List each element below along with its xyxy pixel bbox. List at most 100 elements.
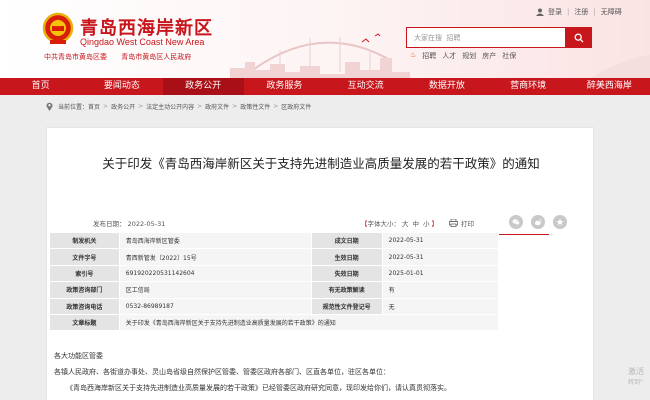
search-input[interactable] <box>407 28 563 47</box>
bracket-close: 】 <box>431 220 439 228</box>
meta-label: 政策咨询电话 <box>49 297 120 315</box>
meta-label: 规范性文件登记号 <box>310 297 383 315</box>
hot-word[interactable]: 人才 <box>442 51 456 61</box>
font-medium-button[interactable]: 中 <box>413 220 420 228</box>
breadcrumb-label: 当前位置： <box>58 104 89 111</box>
printer-icon <box>449 219 458 227</box>
link-separator: | <box>593 8 596 16</box>
table-row: 制发机关 青岛西海岸新区管委 成文日期 2022-05-31 <box>49 231 500 250</box>
register-link[interactable]: 注册 <box>574 7 588 17</box>
meta-value: 有 <box>381 281 500 299</box>
meta-value: 2022-05-31 <box>381 231 500 250</box>
meta-label: 制发机关 <box>49 231 120 250</box>
flame-icon: ♨ <box>410 51 417 59</box>
meta-label: 失效日期 <box>310 264 383 283</box>
meta-label: 有无政策解读 <box>310 281 383 299</box>
font-size-label: 字体大小： <box>367 220 401 228</box>
meta-value: 区工信局 <box>118 281 312 299</box>
share-wechat-button[interactable] <box>509 215 523 229</box>
meta-value: 青岛西海岸新区管委 <box>118 231 312 250</box>
breadcrumb-item[interactable]: 法定主动公开内容 <box>146 102 194 111</box>
table-row: 文件字号 青西新管发〔2022〕15号 生效日期 2022-05-31 <box>49 248 500 266</box>
font-small-button[interactable]: 小 <box>423 220 430 228</box>
login-link[interactable]: 登录 <box>548 7 562 17</box>
meta-label: 生效日期 <box>310 248 383 266</box>
print-button[interactable]: 打印 <box>449 218 474 228</box>
hot-word[interactable]: 社保 <box>502 51 516 61</box>
meta-value: 69192022053114260​4 <box>118 264 312 283</box>
nav-government-services[interactable]: 政务服务 <box>244 78 325 95</box>
meta-label: 文件字号 <box>49 248 120 266</box>
accessibility-link[interactable]: 无障碍 <box>601 7 622 17</box>
table-row: 政策咨询电话 0532-86989187 规范性文件登记号 无 <box>49 297 500 315</box>
body-paragraph: 各镇人民政府、各街道办事处、灵山岛省级自然保护区管委、管委区政府各部门、区直各单… <box>54 368 390 376</box>
main-navigation: 首页 要闻动态 政务公开 政务服务 互动交流 数据开放 营商环境 醉美西海岸 <box>0 78 650 95</box>
link-separator: | <box>567 8 570 16</box>
star-icon <box>556 218 564 226</box>
watermark-line: 转到" <box>628 379 643 386</box>
breadcrumb: 当前位置： 首页 > 政务公开 > 法定主动公开内容 > 政府文件 > 政策性文… <box>46 102 311 111</box>
location-pin-icon <box>46 102 53 111</box>
weibo-icon <box>534 218 542 226</box>
publish-date: 发布日期： 2022-05-31 <box>93 220 166 228</box>
font-size-control: 【字体大小：大中小】 <box>361 218 438 228</box>
article-title: 关于印发《青岛西海岸新区关于支持先进制造业高质量发展的若干政策》的通知 <box>102 156 540 171</box>
breadcrumb-item[interactable]: 政策性文件 <box>240 102 270 111</box>
watermark-line: 激活 <box>628 367 644 376</box>
search-button[interactable] <box>565 28 592 47</box>
search-icon <box>574 33 583 42</box>
hot-search-words: ♨ 招聘 人才 规划 房产 社保 <box>410 51 516 61</box>
breadcrumb-separator: > <box>103 103 109 110</box>
font-large-button[interactable]: 大 <box>402 220 409 228</box>
breadcrumb-item[interactable]: 政府文件 <box>205 102 229 111</box>
meta-label: 成文日期 <box>310 231 383 250</box>
hot-word[interactable]: 房产 <box>482 51 496 61</box>
site-name-english: Qingdao West Coast New Area <box>80 37 205 47</box>
breadcrumb-separator: > <box>273 103 279 110</box>
breadcrumb-item[interactable]: 政务公开 <box>111 102 135 111</box>
salutation: 各大功能区管委 <box>54 352 103 360</box>
meta-value: 0532-86989187 <box>118 297 312 315</box>
article-toolbar: 发布日期： 2022-05-31 【字体大小：大中小】 打印 <box>93 215 567 231</box>
breadcrumb-item[interactable]: 首页 <box>88 102 100 111</box>
nav-interaction[interactable]: 互动交流 <box>325 78 406 95</box>
table-row: 索引号 69192022053114260​4 失效日期 2025-01-01 <box>49 264 500 283</box>
search-box <box>406 27 592 48</box>
top-links: 登录 | 注册 | 无障碍 <box>536 7 622 17</box>
nav-scenic-coast[interactable]: 醉美西海岸 <box>569 78 650 95</box>
nav-news[interactable]: 要闻动态 <box>81 78 162 95</box>
site-header: 青岛西海岸新区 Qingdao West Coast New Area 中共青岛… <box>0 0 650 78</box>
body-paragraph: 《青岛西海岸新区关于支持先进制造业高质量发展的若干政策》已经管委区政府研究同意，… <box>66 384 451 392</box>
article-body: 各大功能区管委 各镇人民政府、各街道办事处、灵山岛省级自然保护区管委、管委区政府… <box>54 348 504 396</box>
meta-label: 文章标题 <box>49 313 120 332</box>
meta-value: 青西新管发〔2022〕15号 <box>118 248 312 266</box>
meta-value: 关于印发《青岛西海岸新区关于支持先进制造业高质量发展的若干政策》的通知 <box>118 313 500 332</box>
meta-value: 2022-05-31 <box>381 248 500 266</box>
table-row: 文章标题 关于印发《青岛西海岸新区关于支持先进制造业高质量发展的若干政策》的通知 <box>49 313 500 332</box>
print-label: 打印 <box>461 220 474 228</box>
org-party-committee: 中共青岛市黄岛区委 <box>44 53 107 61</box>
meta-label: 索引号 <box>49 264 120 283</box>
document-metadata-table: 制发机关 青岛西海岸新区管委 成文日期 2022-05-31 文件字号 青西新管… <box>49 231 500 332</box>
nav-open-data[interactable]: 数据开放 <box>406 78 487 95</box>
organization-line: 中共青岛市黄岛区委 青岛市黄岛区人民政府 <box>44 52 203 62</box>
nav-business-environment[interactable]: 营商环境 <box>488 78 569 95</box>
breadcrumb-item[interactable]: 区政府文件 <box>281 102 311 111</box>
hot-word[interactable]: 规划 <box>462 51 476 61</box>
national-emblem-logo[interactable] <box>42 12 74 46</box>
nav-government-affairs[interactable]: 政务公开 <box>162 78 244 95</box>
user-icon <box>536 8 544 16</box>
breadcrumb-separator: > <box>232 103 238 110</box>
activation-watermark: 激活 转到" <box>628 366 650 388</box>
favorite-button[interactable] <box>553 215 567 229</box>
breadcrumb-separator: > <box>197 103 203 110</box>
hot-word[interactable]: 招聘 <box>422 51 436 61</box>
breadcrumb-separator: > <box>138 103 144 110</box>
meta-label: 政策咨询部门 <box>49 281 120 299</box>
share-weibo-button[interactable] <box>531 215 545 229</box>
nav-home[interactable]: 首页 <box>0 78 81 95</box>
table-row: 政策咨询部门 区工信局 有无政策解读 有 <box>49 281 500 299</box>
wechat-icon <box>512 219 520 225</box>
org-government: 青岛市黄岛区人民政府 <box>121 53 192 61</box>
meta-value: 无 <box>381 297 500 315</box>
